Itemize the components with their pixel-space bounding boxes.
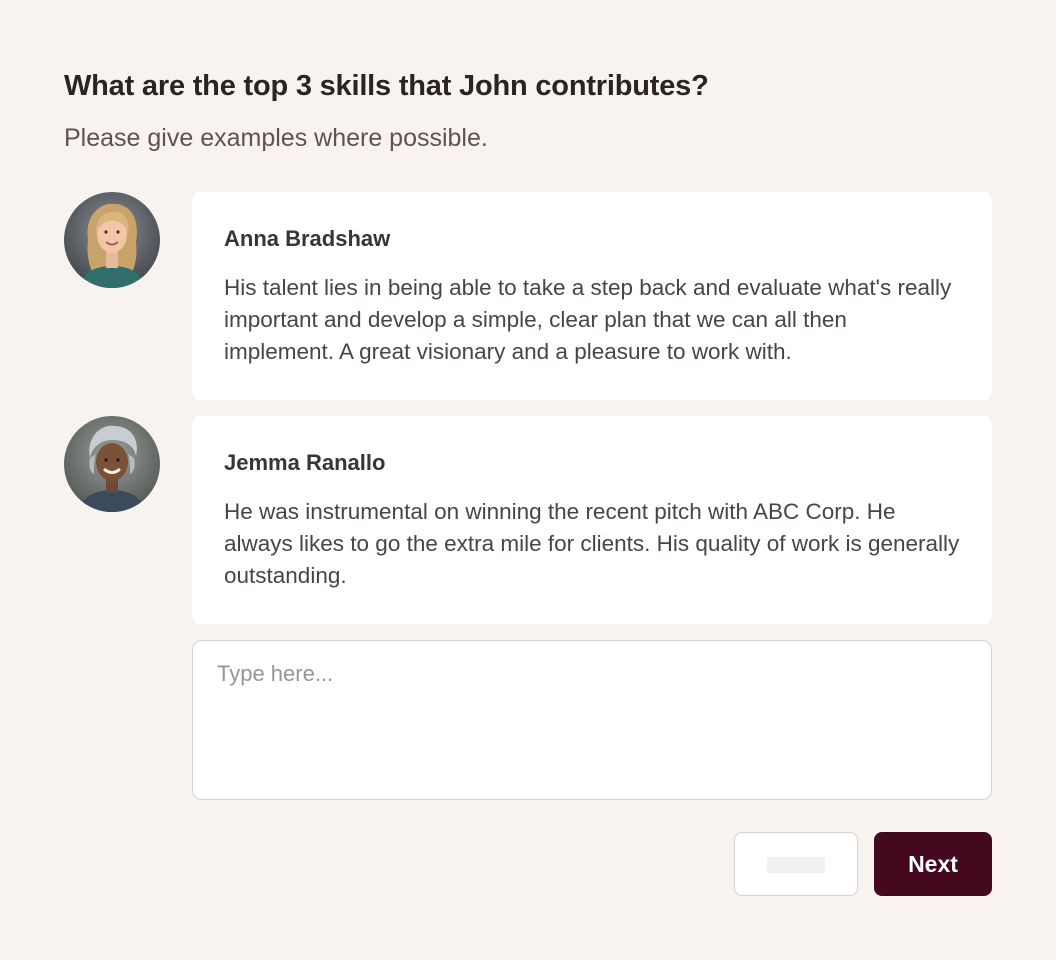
avatar xyxy=(64,192,160,288)
answer-textarea[interactable] xyxy=(192,640,992,800)
response-card: Jemma Ranallo He was instrumental on win… xyxy=(192,416,992,624)
feedback-page: What are the top 3 skills that John cont… xyxy=(0,0,1056,960)
question-subtitle: Please give examples where possible. xyxy=(64,124,488,152)
response-author: Anna Bradshaw xyxy=(224,226,391,251)
question-title: What are the top 3 skills that John cont… xyxy=(64,70,709,102)
woman-grey-hair-avatar-icon xyxy=(64,416,160,512)
back-button-label xyxy=(767,857,825,873)
response-card: Anna Bradshaw His talent lies in being a… xyxy=(192,192,992,400)
woman-blonde-avatar-icon xyxy=(64,192,160,288)
response-author: Jemma Ranallo xyxy=(224,450,386,475)
next-button[interactable]: Next xyxy=(874,832,992,896)
back-button[interactable] xyxy=(734,832,858,896)
response-text: He was instrumental on winning the recen… xyxy=(224,499,960,588)
response-text: His talent lies in being able to take a … xyxy=(224,275,952,364)
avatar xyxy=(64,416,160,512)
